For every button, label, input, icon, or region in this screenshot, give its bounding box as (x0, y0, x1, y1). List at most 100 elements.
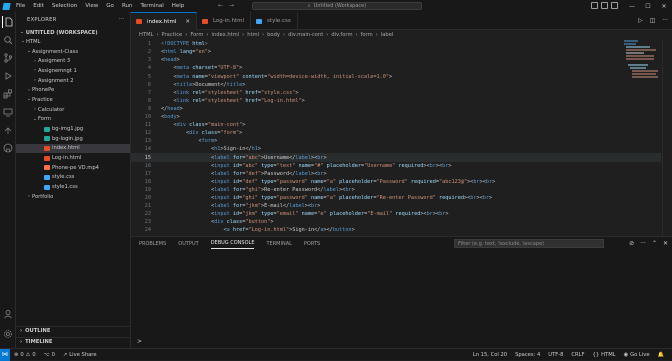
folder-item[interactable]: › Calculator (16, 105, 130, 115)
code-line[interactable]: 23 <div class="button"> (131, 218, 661, 226)
code-line[interactable]: 17 <label for="def">Password</label><br> (131, 170, 661, 178)
cursor-position[interactable]: Ln 15, Col 20 (469, 352, 511, 358)
panel-tab-ports[interactable]: PORTS (304, 241, 320, 247)
command-center[interactable]: ⌕ Untitled (Workspace) (252, 2, 422, 10)
code-line[interactable]: 14 <h1>Sign-in</h1> (131, 145, 661, 153)
breadcrumb-item[interactable]: div.form (331, 32, 352, 38)
toggle-sidebar-icon[interactable] (591, 2, 598, 9)
github-icon[interactable] (2, 142, 14, 154)
tab-index-html[interactable]: index.html ✕ (131, 12, 197, 30)
code-line[interactable]: 2 <html lang="en"> (131, 48, 661, 56)
toggle-secondary-sidebar-icon[interactable] (611, 2, 618, 9)
folder-item[interactable]: › Assigment 3 (16, 56, 130, 66)
timeline-section[interactable]: › TIMELINE (16, 337, 131, 346)
folder-item[interactable]: ⌄ Form (16, 115, 130, 125)
minimize-icon[interactable]: — (624, 0, 640, 12)
code-line[interactable]: 15 <label for="abc">Username</label><br> (131, 153, 661, 162)
code-line[interactable]: 10 <body> (131, 113, 661, 121)
breadcrumb-item[interactable]: Practice (162, 32, 183, 38)
close-icon[interactable]: ✕ (656, 0, 672, 12)
code-line[interactable]: 22 <input id="jkm" type="email" name="e"… (131, 210, 661, 218)
code-editor[interactable]: 1 <!DOCTYPE html> 2 <html lang="en"> 3 <head>… (131, 39, 672, 236)
panel-tab-problems[interactable]: PROBLEMS (139, 241, 166, 247)
code-line[interactable]: 4 <meta charset="UTF-8"> (131, 64, 661, 72)
encoding[interactable]: UTF-8 (544, 352, 567, 358)
code-line[interactable]: 13 <form> (131, 137, 661, 145)
breadcrumb-item[interactable]: Form (190, 32, 203, 38)
close-tab-icon[interactable]: ✕ (185, 19, 190, 25)
more-actions-icon[interactable]: ··· (119, 16, 124, 22)
remote-indicator-icon[interactable]: ⋈ (0, 348, 10, 361)
breadcrumb-item[interactable]: HTML (139, 32, 153, 38)
breadcrumb-item[interactable]: body (267, 32, 280, 38)
forward-arrow-icon[interactable]: → (229, 2, 234, 9)
extensions-icon[interactable] (2, 88, 14, 100)
code-line[interactable]: 9 </head> (131, 105, 661, 113)
code-line[interactable]: 5 <meta name="viewport" content="width=d… (131, 72, 661, 80)
menu-item-selection[interactable]: Selection (48, 3, 81, 9)
editor-scrollbar[interactable] (662, 39, 672, 236)
panel-tab-output[interactable]: OUTPUT (178, 241, 198, 247)
back-arrow-icon[interactable]: ← (218, 2, 223, 9)
breadcrumb-item[interactable]: html (247, 32, 259, 38)
live-share-status[interactable]: ↗ Live Share (59, 352, 101, 358)
code-line[interactable]: 20 <input id="ghi" type="password" name=… (131, 194, 661, 202)
folder-item[interactable]: › Portfolio (16, 192, 130, 202)
code-line[interactable]: 19 <label for="ghi">Re-enter Password</l… (131, 186, 661, 194)
live-share-icon[interactable] (2, 124, 14, 136)
settings-gear-icon[interactable] (2, 328, 14, 340)
file-item[interactable]: bg-login.jpg (16, 134, 130, 144)
run-icon[interactable]: ▷ (638, 17, 643, 24)
menu-item-view[interactable]: View (81, 3, 102, 9)
file-item[interactable]: style1.css (16, 182, 130, 192)
run-debug-icon[interactable] (2, 70, 14, 82)
remote-explorer-icon[interactable] (2, 106, 14, 118)
tab-style-css[interactable]: style.css (251, 12, 298, 30)
tab-log-in-html[interactable]: Log-in.html (197, 12, 252, 30)
toggle-panel-icon[interactable] (601, 2, 608, 9)
menu-item-run[interactable]: Run (118, 3, 137, 9)
console-filter-input[interactable]: Filter (e.g. text, !exclude, \escape) (454, 239, 604, 248)
explorer-icon[interactable] (2, 16, 14, 28)
breadcrumb-item[interactable]: form (361, 32, 373, 38)
file-item[interactable]: Log-in.html (16, 153, 130, 163)
search-icon[interactable] (2, 34, 14, 46)
folder-item[interactable]: ⌄ Practice (16, 95, 130, 105)
menu-item-edit[interactable]: Edit (29, 3, 48, 9)
panel-tab-debug-console[interactable]: DEBUG CONSOLE (210, 240, 255, 249)
breadcrumb-item[interactable]: div.main-cont (288, 32, 323, 38)
breadcrumb-item[interactable]: index.html (211, 32, 239, 38)
workspace-header[interactable]: ⌄ UNTITLED (WORKSPACE) (16, 28, 130, 37)
maximize-panel-icon[interactable]: ⌃ (652, 240, 657, 247)
minimap[interactable] (620, 39, 660, 99)
notifications-icon[interactable]: 🔔 (654, 352, 668, 358)
accounts-icon[interactable] (2, 308, 14, 320)
code-line[interactable]: 1 <!DOCTYPE html> (131, 40, 661, 48)
maximize-icon[interactable]: ☐ (640, 0, 656, 12)
folder-item[interactable]: › Assignment 2 (16, 76, 130, 86)
console-prompt[interactable]: > (137, 338, 142, 345)
code-line[interactable]: 18 <input id="def" type="password" name=… (131, 178, 661, 186)
code-line[interactable]: 6 <title>Document</title> (131, 81, 661, 89)
close-panel-icon[interactable]: ✕ (663, 240, 668, 247)
clear-console-icon[interactable]: ⊘ (629, 240, 634, 247)
folder-item[interactable]: › PhonePe (16, 85, 130, 95)
file-item[interactable]: style.css (16, 173, 130, 183)
menu-item-file[interactable]: File (12, 3, 29, 9)
language-mode[interactable]: {} HTML (589, 352, 620, 358)
code-line[interactable]: 3 <head> (131, 56, 661, 64)
breadcrumb-item[interactable]: label (381, 32, 394, 38)
menu-item-terminal[interactable]: Terminal (136, 3, 167, 9)
file-item[interactable]: bg-img1.jpg (16, 124, 130, 134)
menu-item-go[interactable]: Go (102, 3, 118, 9)
folder-item[interactable]: ⌄ HTML (16, 37, 130, 47)
code-line[interactable]: 12 <div class="form"> (131, 129, 661, 137)
line-ending[interactable]: CRLF (567, 352, 588, 358)
split-editor-icon[interactable]: ◫ (650, 17, 656, 24)
problems-status[interactable]: ⊗ 0 ⚠ 0 (10, 352, 40, 358)
file-item[interactable]: index.html (16, 143, 130, 154)
indentation[interactable]: Spaces: 4 (511, 352, 544, 358)
more-actions-icon[interactable]: ··· (662, 17, 668, 24)
code-line[interactable]: 16 <input id="abc" type="text" name="#" … (131, 162, 661, 170)
panel-tab-terminal[interactable]: TERMINAL (266, 241, 291, 247)
